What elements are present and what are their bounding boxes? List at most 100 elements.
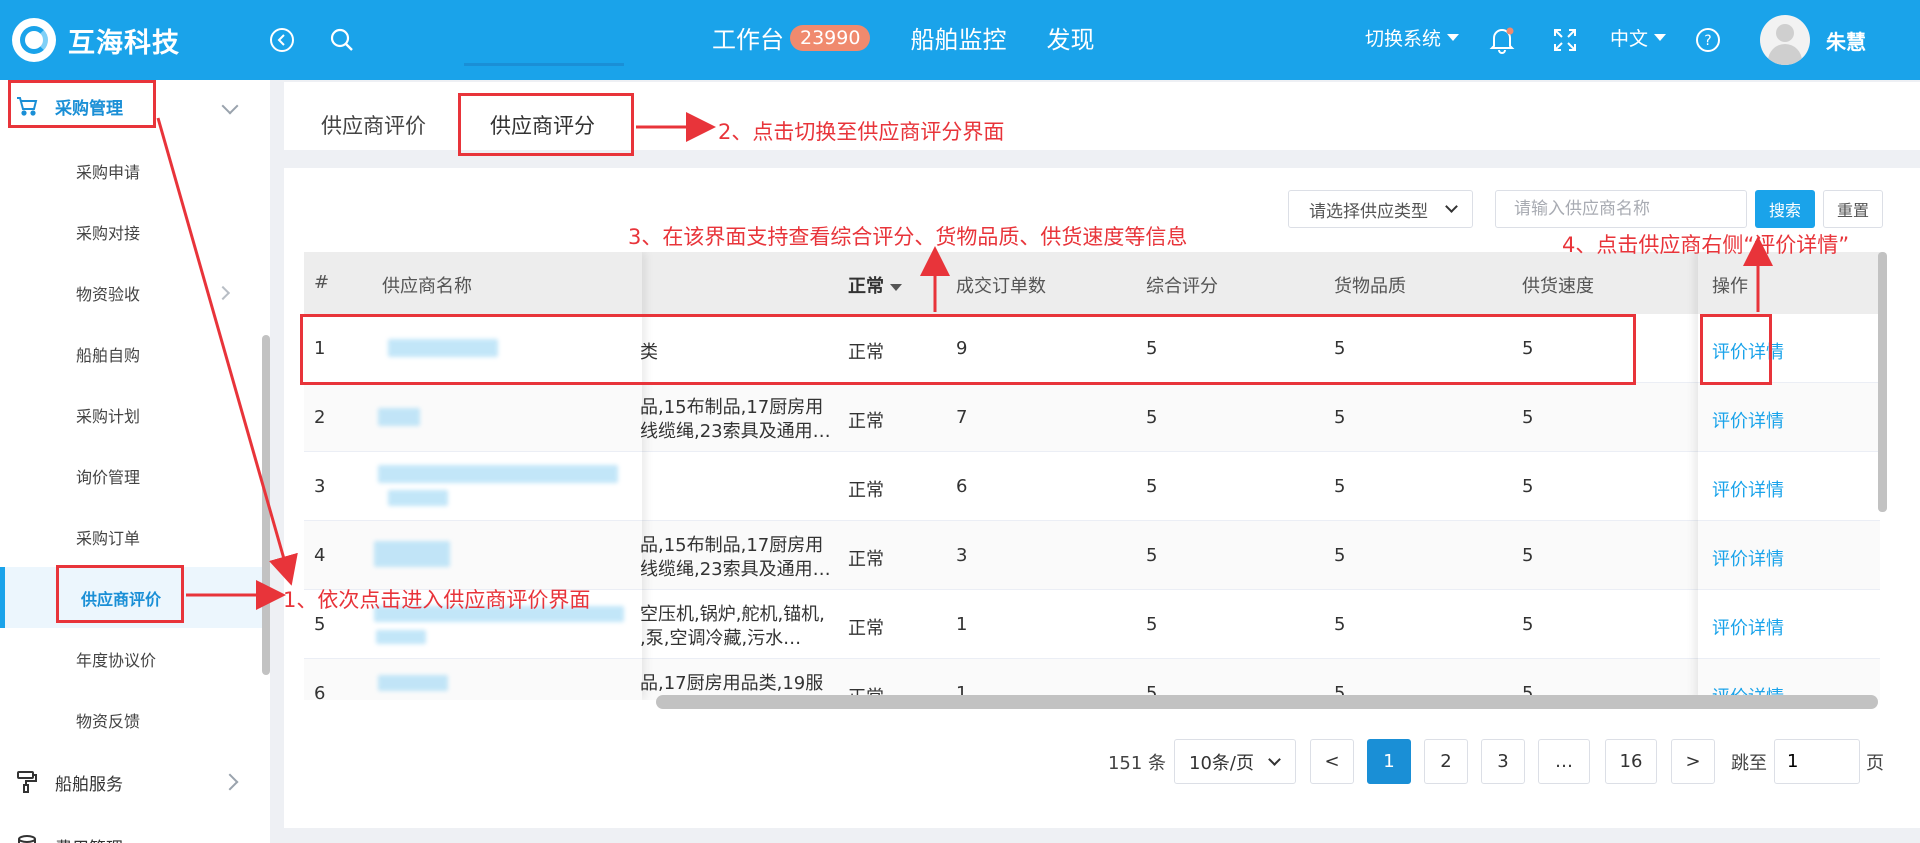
evaluation-detail-link[interactable]: 评价详情 [1712,614,1784,640]
row-overall: 5 [1146,338,1158,359]
row-status: 正常 [848,342,884,363]
fullscreen-icon[interactable] [1549,24,1581,56]
chevron-down-icon [221,97,239,115]
sidebar-item-material-acceptance[interactable]: 物资验收 [0,262,262,323]
sidebar-item-inquiry-management[interactable]: 询价管理 [0,445,262,506]
switch-system-dropdown[interactable]: 切换系统 [1365,24,1460,51]
sidebar: 采购管理 采购申请 采购对接 物资验收 船舶自购 采购计划 询价管理 采购订单 … [0,80,270,843]
table-row[interactable]: 3 正常 6 5 5 5 评价详情 [304,452,1880,521]
row-overall: 5 [1146,407,1158,428]
page-suffix: 页 [1866,752,1884,774]
sidebar-item-label: 供应商评价 [81,589,162,609]
table-row[interactable]: 2 品,15布制品,17厨房用 线缆绳,23索具及通用… 正常 7 5 5 5 … [304,383,1880,452]
sidebar-group-ship-service[interactable]: 船舶服务 [0,756,270,808]
sidebar-item-ship-self-purchase[interactable]: 船舶自购 [0,323,262,384]
row-category: 品,15布制品,17厨房用 线缆绳,23索具及通用… [640,535,830,580]
table-horizontal-scrollbar[interactable] [656,695,1878,709]
avatar[interactable] [1760,15,1810,65]
table-row[interactable]: 1 类 正常 9 5 5 5 评价详情 [304,314,1880,383]
chevron-right-icon [215,285,231,300]
sidebar-group-procurement[interactable]: 采购管理 [0,80,270,132]
col-index: # [314,272,330,293]
sidebar-item-label: 采购订单 [76,528,141,548]
evaluation-detail-link[interactable]: 评价详情 [1712,545,1784,571]
help-icon[interactable]: ? [1692,24,1724,56]
row-index: 2 [314,407,326,428]
sidebar-item-annual-agreement-price[interactable]: 年度协议价 [0,628,262,689]
col-status-filter[interactable]: 正常 [848,272,902,298]
total-count: 151 条 [1107,752,1167,774]
redacted-supplier-name [388,490,448,506]
row-speed: 5 [1522,614,1534,635]
sidebar-item-label: 询价管理 [76,467,141,487]
sidebar-item-label: 物资验收 [76,284,141,304]
row-orders: 9 [956,338,968,359]
sidebar-group-cost[interactable]: 费用管理 [0,820,270,843]
supplier-type-select[interactable]: 请选择供应类型 [1288,190,1473,228]
sidebar-group-ship-service-label: 船舶服务 [55,774,123,795]
chevron-down-icon [1445,200,1458,213]
row-speed: 5 [1522,338,1534,359]
page-button-16[interactable]: 16 [1605,739,1657,784]
annotation-step-2: 2、点击切换至供应商评分界面 [718,120,1005,144]
sidebar-item-material-feedback[interactable]: 物资反馈 [0,689,262,750]
row-quality: 5 [1334,476,1346,497]
sidebar-item-purchase-plan[interactable]: 采购计划 [0,384,262,445]
sidebar-scrollbar[interactable] [262,335,270,675]
sidebar-item-purchase-request[interactable]: 采购申请 [0,140,262,201]
page-button-3[interactable]: 3 [1481,739,1525,784]
table-row[interactable]: 4 品,15布制品,17厨房用 线缆绳,23索具及通用… 正常 3 5 5 5 … [304,521,1880,590]
search-icon[interactable] [326,24,358,56]
supplier-name-input[interactable] [1495,190,1747,228]
page-size-select[interactable]: 10条/页 [1174,739,1296,784]
workbench-badge: 23990 [790,24,871,51]
evaluation-detail-link[interactable]: 评价详情 [1712,407,1784,433]
page-ellipsis[interactable]: … [1538,739,1590,784]
bell-icon[interactable] [1486,24,1518,56]
annotation-step-1: 1、依次点击进入供应商评价界面 [283,588,591,612]
user-name[interactable]: 朱慧 [1826,26,1866,55]
prev-page-button[interactable]: < [1310,739,1354,784]
redacted-supplier-name [378,675,448,691]
reset-button[interactable]: 重置 [1823,190,1883,228]
page-button-1[interactable]: 1 [1367,739,1411,784]
row-category: 品,17厨房用品类,19服 [640,673,824,694]
brand-logo[interactable]: 互海科技 [12,18,180,62]
sidebar-item-label: 年度协议价 [76,650,157,670]
row-index: 6 [314,683,326,700]
col-order-count: 成交订单数 [956,276,1046,297]
nav-discover[interactable]: 发现 [1046,20,1094,55]
sidebar-item-label: 采购计划 [76,406,141,426]
row-overall: 5 [1146,614,1158,635]
row-quality: 5 [1334,407,1346,428]
page-button-2[interactable]: 2 [1424,739,1468,784]
table-row[interactable]: 6 品,17厨房用品类,19服 正常 1 5 5 5 评价详情 [304,659,1880,700]
next-page-button[interactable]: > [1671,739,1715,784]
row-quality: 5 [1334,338,1346,359]
back-icon[interactable] [266,24,298,56]
tab-supplier-evaluation[interactable]: 供应商评价 [321,110,426,140]
evaluation-detail-link[interactable]: 评价详情 [1712,476,1784,502]
language-dropdown[interactable]: 中文 [1610,24,1667,51]
nav-workbench[interactable]: 工作台 23990 [712,20,871,55]
sidebar-item-supplier-evaluation[interactable]: 供应商评价 [0,567,262,628]
row-index: 1 [314,338,326,359]
redacted-supplier-name [378,408,420,426]
row-index: 5 [314,614,326,635]
table-vertical-scrollbar[interactable] [1878,252,1887,512]
sidebar-item-purchase-order[interactable]: 采购订单 [0,506,262,567]
row-orders: 6 [956,476,968,497]
jump-page-input[interactable] [1774,739,1860,784]
nav-workbench-label: 工作台 [712,26,784,54]
caret-down-icon [1654,34,1667,41]
tab-supplier-score[interactable]: 供应商评分 [490,110,595,140]
sidebar-item-label: 采购对接 [76,223,141,243]
search-button[interactable]: 搜索 [1755,190,1815,228]
redacted-supplier-name [378,465,618,483]
page-size-label: 10条/页 [1189,752,1254,774]
chevron-down-icon [1268,753,1281,766]
caret-down-icon [1447,34,1460,41]
nav-ship-monitor[interactable]: 船舶监控 [910,20,1006,55]
sidebar-item-purchase-docking[interactable]: 采购对接 [0,201,262,262]
evaluation-detail-link[interactable]: 评价详情 [1712,338,1784,364]
